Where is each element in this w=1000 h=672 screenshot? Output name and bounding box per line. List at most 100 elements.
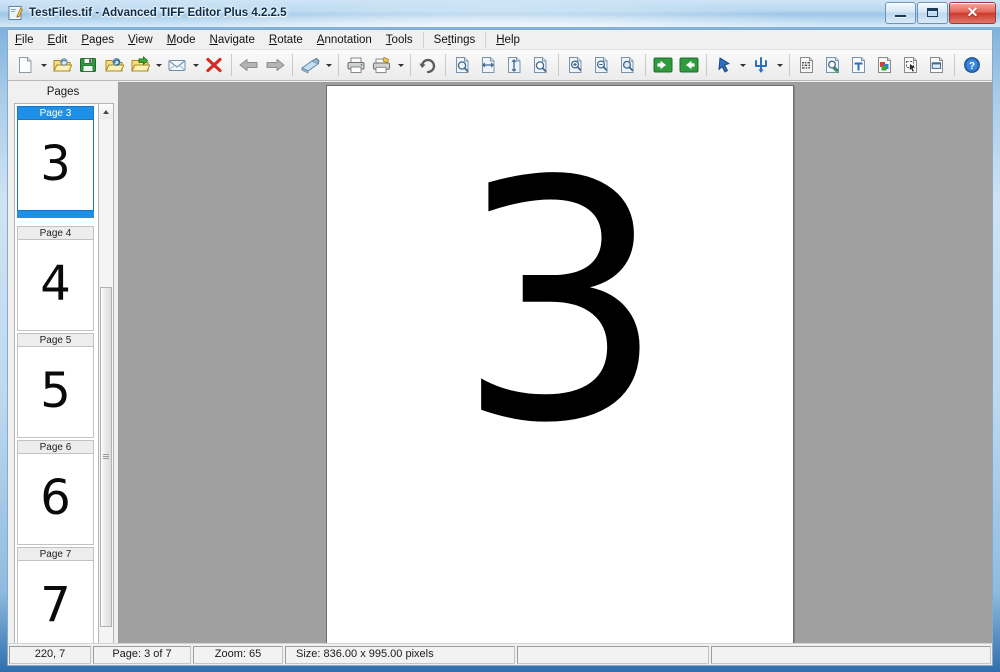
menu-item-file[interactable]: File	[8, 31, 41, 49]
maximize-button[interactable]	[917, 2, 948, 24]
email-envelope-icon[interactable]	[164, 52, 190, 78]
menu-item-mode[interactable]: Mode	[160, 31, 203, 49]
page-previous-green-icon[interactable]	[650, 52, 676, 78]
thumbnail-label: Page 5	[17, 333, 94, 346]
scanner-icon[interactable]	[297, 52, 323, 78]
zoom-out-icon[interactable]	[589, 52, 615, 78]
menu-item-navigate[interactable]: Navigate	[203, 31, 262, 49]
new-document-dropdown-icon[interactable]	[38, 52, 49, 78]
zoom-fit-page-icon[interactable]	[450, 52, 476, 78]
menu-item-pages[interactable]: Pages	[74, 31, 121, 49]
minimize-icon	[895, 15, 906, 17]
application-window: TestFiles.tif - Advanced TIFF Editor Plu…	[0, 0, 1000, 672]
scroll-up-arrow-icon[interactable]	[99, 104, 113, 119]
open-folder-icon[interactable]	[49, 52, 75, 78]
page-thumbnail-3[interactable]: Page 3 3	[17, 106, 94, 218]
status-page-indicator: Page: 3 of 7	[93, 645, 191, 664]
page-content-number: 3	[456, 111, 666, 495]
save-floppy-icon[interactable]	[75, 52, 101, 78]
split-blue-icon[interactable]	[748, 52, 774, 78]
email-dropdown-icon[interactable]	[190, 52, 201, 78]
thumbnail-label: Page 7	[17, 547, 94, 560]
close-button[interactable]: ✕	[949, 2, 996, 24]
page-thumbnail-7[interactable]: Page 7 7	[17, 547, 94, 652]
scanner-dropdown-icon[interactable]	[323, 52, 334, 78]
window-title: TestFiles.tif - Advanced TIFF Editor Plu…	[29, 7, 287, 19]
title-bar[interactable]: TestFiles.tif - Advanced TIFF Editor Plu…	[0, 0, 1000, 27]
split-dropdown-icon[interactable]	[774, 52, 785, 78]
page-thumbnail-5[interactable]: Page 5 5	[17, 333, 94, 438]
menu-item-settings[interactable]: Settings	[427, 31, 483, 49]
status-image-size: Size: 836.00 x 995.00 pixels	[285, 645, 515, 664]
thumbnail-image[interactable]: 4	[17, 239, 94, 331]
pages-panel: Pages Page 3 3 Page 4 4 Page 5 5 Page 6 …	[9, 82, 117, 660]
zoom-select-icon[interactable]	[615, 52, 641, 78]
window-controls: ✕	[884, 2, 996, 24]
page-next-green-icon[interactable]	[676, 52, 702, 78]
tiff-editor-icon	[8, 5, 24, 21]
thumbnail-image[interactable]: 3	[17, 119, 94, 211]
menu-item-view[interactable]: View	[121, 31, 160, 49]
print-icon[interactable]	[343, 52, 369, 78]
pointer-dropdown-icon[interactable]	[737, 52, 748, 78]
toolbar-separator	[338, 54, 339, 76]
arrow-left-gray-icon[interactable]	[236, 52, 262, 78]
thumbnail-image[interactable]: 6	[17, 453, 94, 545]
menu-item-help[interactable]: Help	[489, 31, 527, 49]
zoom-actual-size-icon[interactable]	[528, 52, 554, 78]
zoom-in-icon[interactable]	[563, 52, 589, 78]
help-question-icon[interactable]: ?	[959, 52, 985, 78]
zoom-fit-width-icon[interactable]	[476, 52, 502, 78]
scrollbar-thumb[interactable]	[100, 287, 112, 627]
thumbnail-image[interactable]: 7	[17, 560, 94, 652]
status-filler-left	[517, 645, 709, 664]
thumbnail-label: Page 6	[17, 440, 94, 453]
close-red-x-icon[interactable]	[201, 52, 227, 78]
pointer-blue-icon[interactable]	[711, 52, 737, 78]
undo-icon[interactable]	[415, 52, 441, 78]
save-as-icon[interactable]	[101, 52, 127, 78]
page-thumbnail-4[interactable]: Page 4 4	[17, 226, 94, 331]
minimize-button[interactable]	[885, 2, 916, 24]
client-area: File Edit Pages View Mode Navigate Rotat…	[7, 29, 993, 666]
zoom-fit-height-icon[interactable]	[502, 52, 528, 78]
thumbnail-page-number: 7	[40, 577, 71, 634]
menu-item-annotation[interactable]: Annotation	[310, 31, 379, 49]
close-icon: ✕	[966, 4, 979, 20]
pages-thumbnail-list[interactable]: Page 3 3 Page 4 4 Page 5 5 Page 6 6 Page…	[14, 103, 99, 659]
print-setup-dropdown-icon[interactable]	[395, 52, 406, 78]
menu-item-tools[interactable]: Tools	[379, 31, 420, 49]
menu-item-rotate[interactable]: Rotate	[262, 31, 310, 49]
thumbnail-label: Page 4	[17, 226, 94, 239]
thumbnail-page-number: 6	[40, 470, 71, 527]
thumbnail-image[interactable]: 5	[17, 346, 94, 438]
inspect-page-icon[interactable]	[820, 52, 846, 78]
thumbnail-page-number: 3	[40, 136, 71, 193]
text-annotation-icon[interactable]	[846, 52, 872, 78]
export-dropdown-icon[interactable]	[153, 52, 164, 78]
menu-bar: File Edit Pages View Mode Navigate Rotat…	[8, 30, 992, 50]
export-icon[interactable]	[127, 52, 153, 78]
scrollbar-grip-icon	[103, 454, 109, 460]
select-region-icon[interactable]	[898, 52, 924, 78]
status-zoom-level: Zoom: 65	[193, 645, 283, 664]
page-thumbnail-6[interactable]: Page 6 6	[17, 440, 94, 545]
toolbar-separator	[231, 54, 232, 76]
thumbnail-label: Page 3	[17, 106, 94, 119]
main-toolbar: ?	[8, 50, 992, 81]
document-view[interactable]: 3	[118, 82, 992, 660]
print-setup-icon[interactable]	[369, 52, 395, 78]
menu-separator	[485, 31, 487, 48]
svg-text:?: ?	[969, 61, 975, 72]
menu-item-edit[interactable]: Edit	[41, 31, 75, 49]
toolbar-separator	[706, 54, 707, 76]
toolbar-separator	[410, 54, 411, 76]
new-document-icon[interactable]	[12, 52, 38, 78]
arrow-right-gray-icon[interactable]	[262, 52, 288, 78]
document-page[interactable]: 3	[326, 85, 794, 647]
page-properties-icon[interactable]	[924, 52, 950, 78]
pages-scrollbar[interactable]	[98, 103, 114, 659]
ocr-icon[interactable]	[794, 52, 820, 78]
color-page-icon[interactable]	[872, 52, 898, 78]
menu-separator	[422, 31, 424, 48]
